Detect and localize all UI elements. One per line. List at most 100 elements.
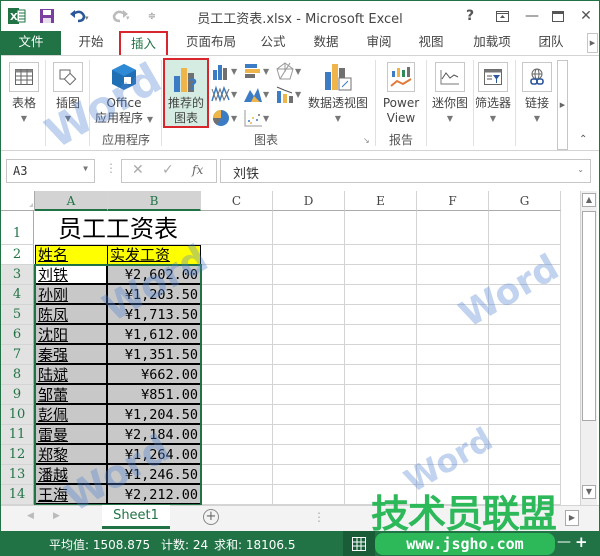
vertical-scrollbar[interactable]: ▲ ▼ [580, 191, 597, 505]
cell-name[interactable]: 刘铁 [35, 265, 108, 285]
insert-function-icon[interactable]: fx [192, 163, 203, 177]
cell[interactable] [273, 445, 345, 465]
cell[interactable] [273, 211, 345, 245]
cell[interactable] [345, 285, 417, 305]
cell-salary[interactable]: ¥2,212.00 [108, 485, 201, 505]
scroll-down-icon[interactable]: ▼ [582, 485, 596, 499]
cell[interactable] [489, 211, 561, 245]
cell[interactable] [345, 345, 417, 365]
cell[interactable] [417, 465, 489, 485]
column-header-a[interactable]: A [35, 191, 108, 211]
cell[interactable] [201, 445, 273, 465]
scatter-chart-button[interactable]: ▼ [243, 108, 273, 128]
radar-chart-button[interactable]: ▼ [275, 61, 305, 81]
chevron-down-icon[interactable]: ▼ [83, 164, 88, 173]
cell[interactable] [201, 285, 273, 305]
cell[interactable] [489, 285, 561, 305]
zoom-slider[interactable]: — [557, 534, 571, 550]
minimize-icon[interactable]: — [521, 6, 543, 26]
sheet-tab-sheet1[interactable]: Sheet1 [102, 505, 170, 529]
cell[interactable] [201, 385, 273, 405]
cell-salary[interactable]: ¥2,184.00 [108, 425, 201, 445]
tab-split-grip-icon[interactable]: ⋮ [313, 510, 325, 524]
scroll-right-icon[interactable]: ▶ [565, 510, 579, 526]
cell[interactable] [489, 305, 561, 325]
add-sheet-button[interactable]: + [203, 509, 219, 525]
tab-file[interactable]: 文件 [1, 31, 61, 55]
prev-sheet-icon[interactable]: ◀ [27, 511, 34, 521]
cell[interactable] [417, 285, 489, 305]
cell[interactable] [417, 425, 489, 445]
cell[interactable] [345, 445, 417, 465]
cell[interactable] [201, 485, 273, 505]
maximize-icon[interactable] [547, 6, 569, 26]
cell[interactable] [417, 365, 489, 385]
cell[interactable] [489, 245, 561, 265]
cell-name[interactable]: 秦强 [35, 345, 108, 365]
cell-name[interactable]: 王海 [35, 485, 108, 505]
cell[interactable] [201, 305, 273, 325]
cell[interactable] [417, 265, 489, 285]
row-header[interactable]: 7 [1, 345, 34, 365]
column-header-e[interactable]: E [345, 191, 417, 211]
ribbon-display-options-icon[interactable] [491, 6, 513, 26]
tab-view[interactable]: 视图 [411, 31, 451, 55]
cell-name[interactable]: 雷曼 [35, 425, 108, 445]
recommended-charts-button[interactable]: ? 推荐的 图表 [163, 58, 209, 128]
cell[interactable] [417, 305, 489, 325]
cell[interactable] [273, 345, 345, 365]
column-header-g[interactable]: G [489, 191, 561, 211]
zoom-in-icon[interactable]: + [575, 533, 588, 551]
row-header[interactable]: 13 [1, 465, 34, 485]
cell-salary[interactable]: ¥2,602.00 [108, 265, 201, 285]
cancel-icon[interactable]: ✕ [132, 162, 144, 178]
cell[interactable] [273, 285, 345, 305]
collapse-ribbon-icon[interactable]: ⌃ [579, 134, 587, 145]
tab-formulas[interactable]: 公式 [253, 31, 293, 55]
table-button[interactable]: 表格 ▼ [7, 62, 41, 126]
row-header[interactable]: 14 [1, 485, 34, 505]
cell-salary[interactable]: ¥1,612.00 [108, 325, 201, 345]
cell-name[interactable]: 沈阳 [35, 325, 108, 345]
ribbon-scroll-right-icon[interactable]: ▶ [557, 60, 568, 150]
sparklines-button[interactable]: 迷你图 ▼ [429, 62, 471, 126]
cell[interactable] [201, 465, 273, 485]
cell-name[interactable]: 邹蕾 [35, 385, 108, 405]
header-name[interactable]: 姓名 [35, 245, 108, 265]
cell[interactable] [489, 265, 561, 285]
cell[interactable] [417, 445, 489, 465]
cell-name[interactable]: 彭佩 [35, 405, 108, 425]
cell-name[interactable]: 郑黎 [35, 445, 108, 465]
cell[interactable] [417, 405, 489, 425]
row-header[interactable]: 4 [1, 285, 34, 305]
cell[interactable] [345, 305, 417, 325]
cell[interactable] [489, 385, 561, 405]
pie-chart-button[interactable]: ▼ [211, 108, 241, 128]
column-header-f[interactable]: F [417, 191, 489, 211]
cell[interactable] [345, 265, 417, 285]
cell[interactable] [417, 211, 489, 245]
cell[interactable] [489, 325, 561, 345]
cell[interactable] [273, 305, 345, 325]
row-header[interactable]: 3 [1, 265, 34, 285]
links-button[interactable]: 链接 ▼ [519, 62, 555, 126]
tab-page-layout[interactable]: 页面布局 [181, 31, 241, 55]
tab-insert[interactable]: 插入 [119, 31, 168, 55]
cell-name[interactable]: 陆斌 [35, 365, 108, 385]
cell[interactable] [345, 365, 417, 385]
cell[interactable] [345, 211, 417, 245]
cell[interactable] [417, 245, 489, 265]
cell-salary[interactable]: ¥1,203.50 [108, 285, 201, 305]
cell[interactable] [273, 425, 345, 445]
row-header[interactable]: 2 [1, 245, 34, 265]
bar-chart-button[interactable]: ▼ [243, 61, 273, 81]
cell[interactable] [489, 425, 561, 445]
row-header[interactable]: 8 [1, 365, 34, 385]
cell[interactable] [201, 325, 273, 345]
cell[interactable] [489, 465, 561, 485]
scroll-up-icon[interactable]: ▲ [582, 193, 596, 207]
cell[interactable] [345, 405, 417, 425]
cell[interactable] [273, 485, 345, 505]
area-chart-button[interactable]: ▼ [243, 84, 273, 104]
cell[interactable] [345, 325, 417, 345]
